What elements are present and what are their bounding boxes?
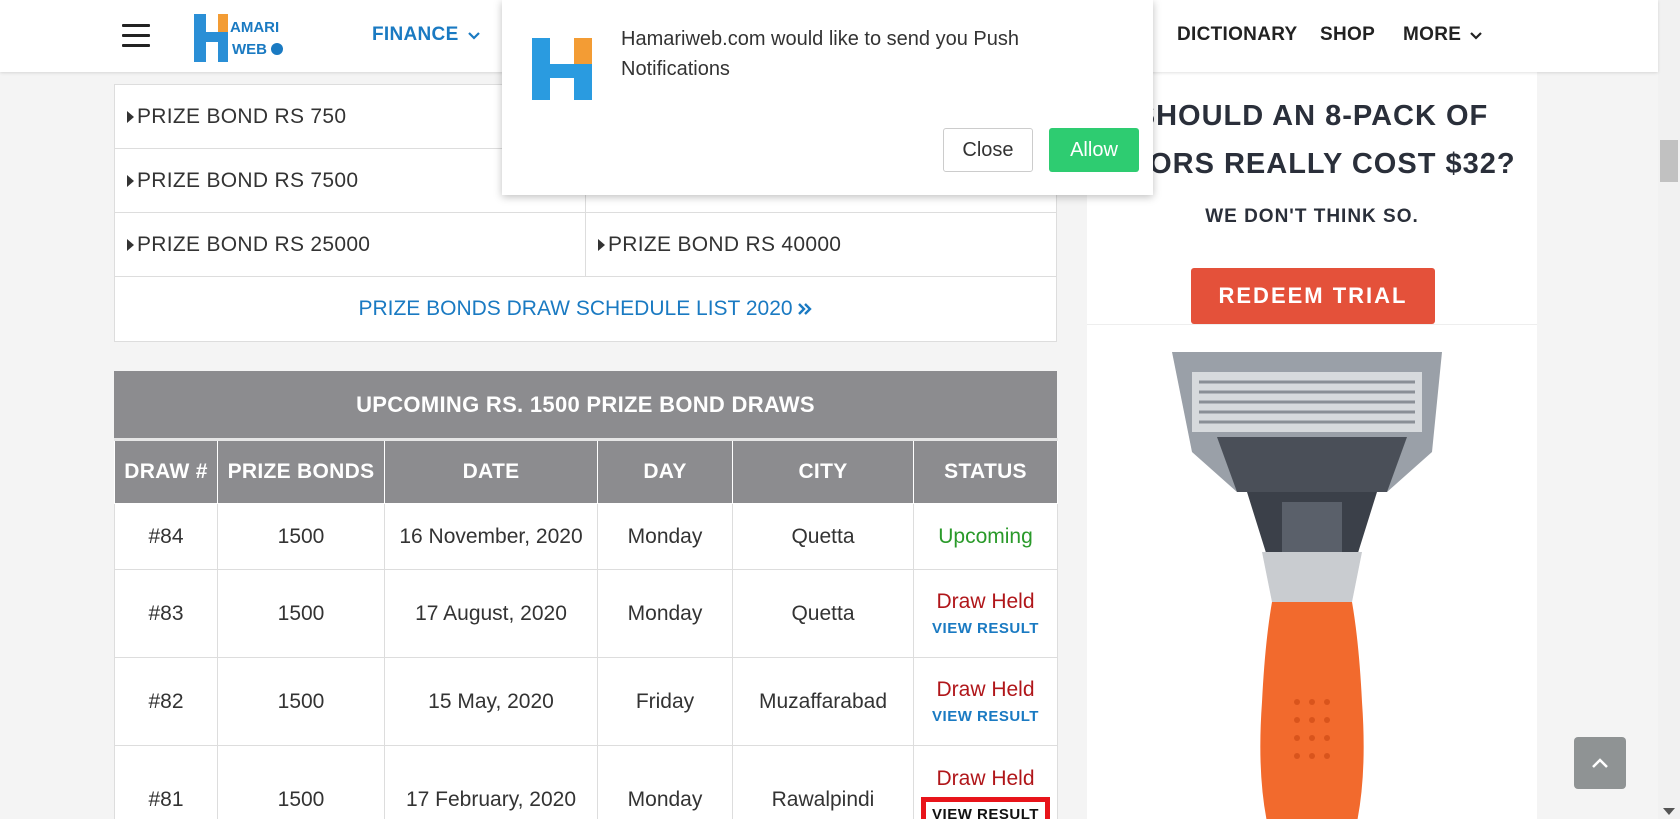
table-header-row: DRAW # PRIZE BONDS DATE DAY CITY STATUS [114, 438, 1058, 504]
col-date: DATE [384, 438, 598, 504]
hamariweb-app-icon [532, 38, 592, 100]
menu-icon[interactable] [122, 24, 150, 48]
push-notification-dialog: Hamariweb.com would like to send you Pus… [502, 0, 1153, 195]
nav-finance-label: FINANCE [372, 24, 459, 45]
ad-headline-2: AZORS REALLY COST $32? [1108, 148, 1516, 180]
draw-date: 15 May, 2020 [384, 657, 598, 746]
bond-value: 1500 [217, 569, 385, 658]
hamariweb-logo[interactable]: AMARI WEB [192, 10, 288, 64]
close-button[interactable]: Close [943, 128, 1033, 172]
bond-links-row: PRIZE BOND RS 25000 PRIZE BOND RS 40000 [115, 213, 1056, 277]
draws-title: UPCOMING RS. 1500 PRIZE BOND DRAWS [114, 371, 1057, 438]
draws-table: DRAW # PRIZE BONDS DATE DAY CITY STATUS … [114, 438, 1058, 819]
caret-right-icon [598, 238, 605, 251]
status-text: Draw Held [936, 766, 1035, 790]
svg-text:WEB: WEB [232, 41, 267, 58]
status-text: Draw Held [936, 590, 1035, 613]
back-to-top-button[interactable] [1574, 737, 1626, 789]
table-row: #81 1500 17 February, 2020 Monday Rawalp… [114, 745, 1058, 819]
view-result-link[interactable]: VIEW RESULT [914, 708, 1057, 725]
draw-day: Monday [597, 569, 733, 658]
draw-number: #82 [114, 657, 218, 746]
ad-headline-1: SHOULD AN 8-PACK OF [1135, 100, 1489, 132]
draw-day: Friday [597, 657, 733, 746]
draw-date: 17 August, 2020 [384, 569, 598, 658]
draw-status: Draw Held VIEW RESULT [913, 745, 1058, 819]
draw-status: Upcoming [913, 503, 1058, 570]
ad-divider [1087, 324, 1537, 325]
nav-dictionary[interactable]: DICTIONARY [1177, 24, 1298, 46]
bond-value: 1500 [217, 657, 385, 746]
draw-city: Muzaffarabad [732, 657, 914, 746]
caret-right-icon [127, 110, 134, 123]
draw-city: Quetta [732, 503, 914, 570]
nav-shop[interactable]: SHOP [1320, 24, 1375, 46]
nav-more[interactable]: MORE [1403, 24, 1483, 46]
caret-right-icon [127, 238, 134, 251]
push-message: Hamariweb.com would like to send you Pus… [621, 28, 1019, 80]
draw-day: Monday [597, 503, 733, 570]
redeem-trial-button[interactable]: REDEEM TRIAL [1191, 268, 1435, 324]
view-result-link-highlighted[interactable]: VIEW RESULT [921, 796, 1050, 819]
schedule-list-link[interactable]: PRIZE BONDS DRAW SCHEDULE LIST 2020 [115, 277, 1056, 341]
bond-link-40000[interactable]: PRIZE BOND RS 40000 [585, 213, 1056, 276]
status-text: Draw Held [936, 678, 1035, 701]
draw-status: Draw Held VIEW RESULT [913, 657, 1058, 746]
col-city: CITY [732, 438, 914, 504]
draw-number: #83 [114, 569, 218, 658]
table-row: #82 1500 15 May, 2020 Friday Muzaffaraba… [114, 657, 1058, 746]
chevron-down-icon [1470, 32, 1482, 40]
draw-status: Draw Held VIEW RESULT [913, 569, 1058, 658]
status-text: Upcoming [938, 524, 1033, 548]
col-day: DAY [597, 438, 733, 504]
razor-advertisement[interactable]: SHOULD AN 8-PACK OF AZORS REALLY COST $3… [1087, 72, 1537, 819]
view-result-link[interactable]: VIEW RESULT [914, 620, 1057, 637]
allow-button[interactable]: Allow [1049, 128, 1139, 172]
draw-date: 16 November, 2020 [384, 503, 598, 570]
table-row: #84 1500 16 November, 2020 Monday Quetta… [114, 503, 1058, 570]
scrollbar-thumb[interactable] [1660, 140, 1678, 182]
draw-city: Rawalpindi [732, 745, 914, 819]
col-draw: DRAW # [114, 438, 218, 504]
page-scrollbar[interactable] [1658, 0, 1680, 819]
table-row: #83 1500 17 August, 2020 Monday Quetta D… [114, 569, 1058, 658]
draw-number: #81 [114, 745, 218, 819]
chevron-down-icon [467, 32, 480, 40]
svg-text:AMARI: AMARI [230, 19, 279, 36]
caret-right-icon [127, 174, 134, 187]
bond-value: 1500 [217, 745, 385, 819]
bond-value: 1500 [217, 503, 385, 570]
razor-image [1172, 352, 1442, 819]
nav-finance[interactable]: FINANCE [372, 24, 481, 46]
draw-city: Quetta [732, 569, 914, 658]
ad-subheadline: WE DON'T THINK SO. [1205, 206, 1419, 227]
draw-date: 17 February, 2020 [384, 745, 598, 819]
upcoming-draws-section: UPCOMING RS. 1500 PRIZE BOND DRAWS DRAW … [114, 371, 1058, 819]
bond-link-25000[interactable]: PRIZE BOND RS 25000 [115, 213, 585, 276]
col-status: STATUS [913, 438, 1058, 504]
nav-more-label: MORE [1403, 24, 1462, 45]
double-chevron-right-icon [797, 303, 812, 315]
draw-day: Monday [597, 745, 733, 819]
scroll-down-arrow-icon[interactable] [1663, 808, 1675, 815]
chevron-up-icon [1592, 758, 1608, 768]
draw-number: #84 [114, 503, 218, 570]
col-prize-bonds: PRIZE BONDS [217, 438, 385, 504]
